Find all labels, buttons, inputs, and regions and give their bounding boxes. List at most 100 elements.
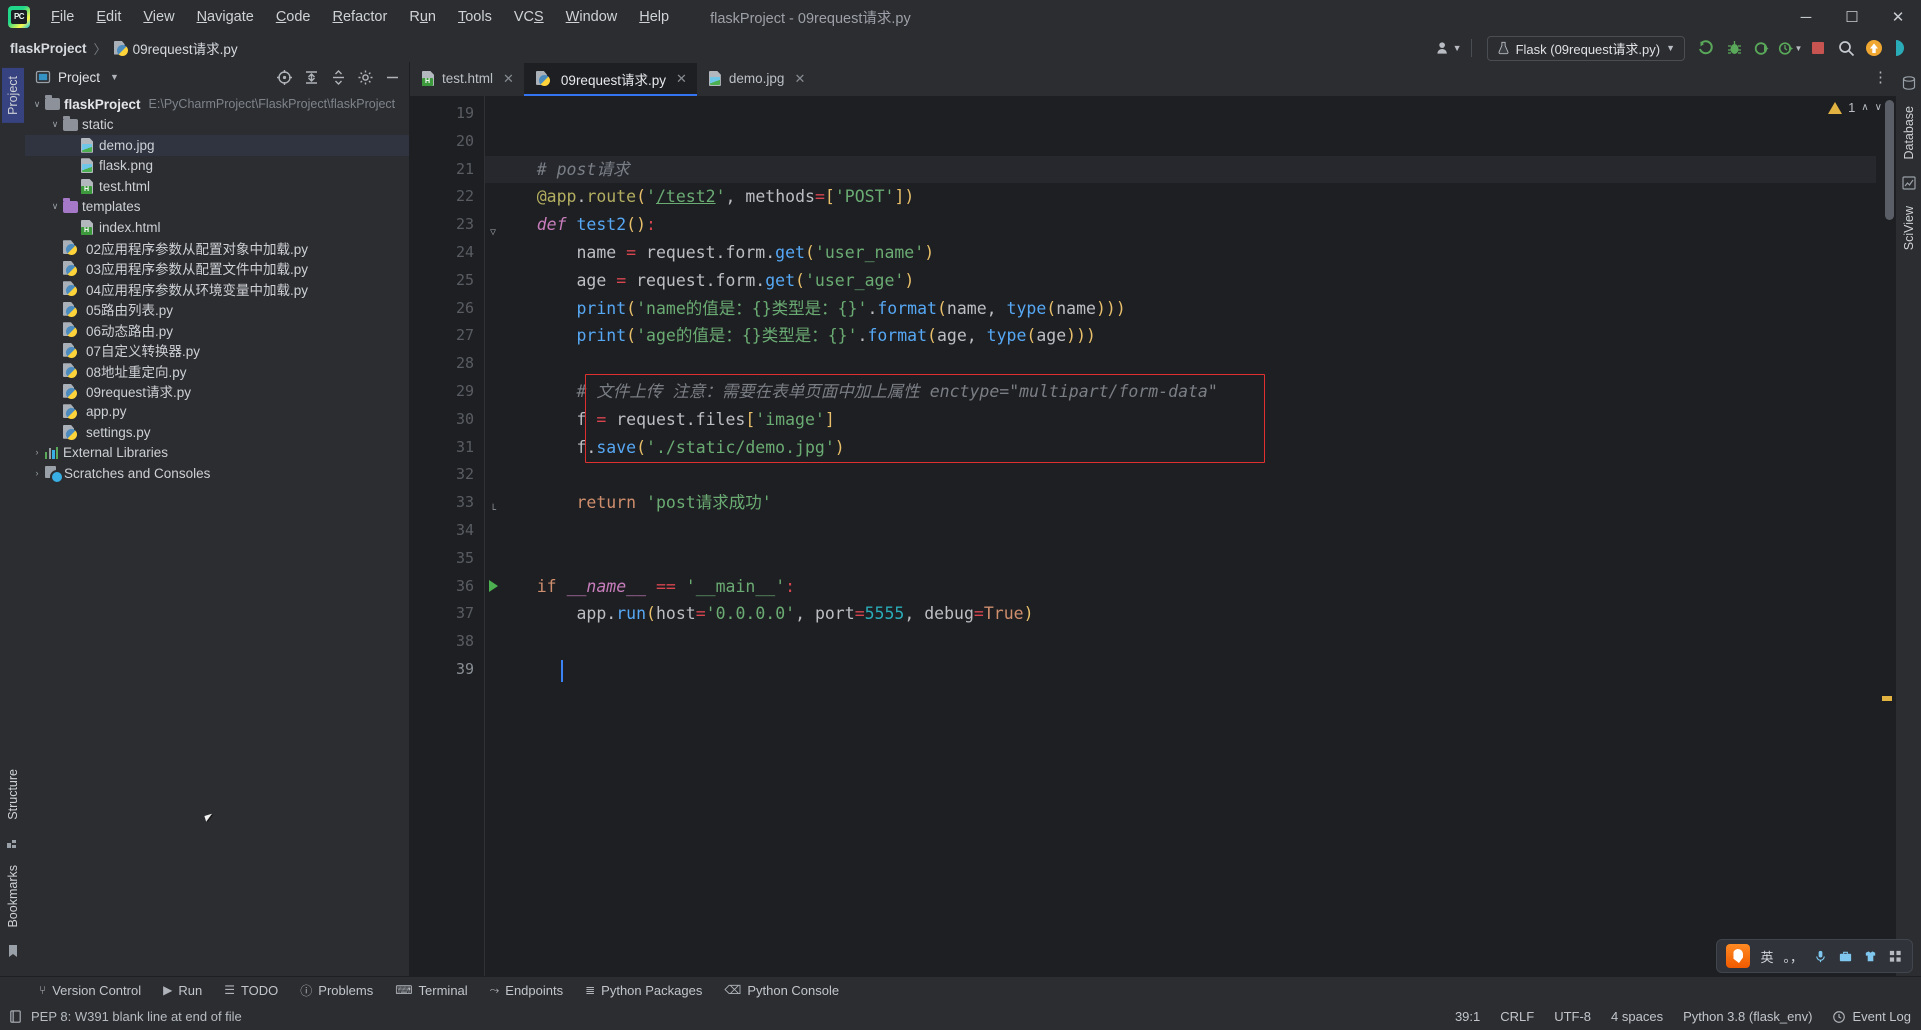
code-line[interactable] [485, 128, 1896, 156]
code-line[interactable] [485, 656, 1896, 684]
file-encoding[interactable]: UTF-8 [1554, 1009, 1591, 1024]
hide-panel-button[interactable] [379, 65, 405, 89]
code-line[interactable]: return 'post请求成功' [485, 489, 1896, 517]
ai-assistant-button[interactable] [1889, 36, 1915, 60]
stop-button[interactable] [1805, 36, 1831, 60]
caret-position[interactable]: 39:1 [1455, 1009, 1480, 1024]
skin-icon[interactable] [1863, 949, 1878, 964]
sidebar-item-sciview[interactable]: SciView [1898, 198, 1920, 258]
search-everywhere-button[interactable] [1833, 36, 1859, 60]
code-editor[interactable]: 19 20 21 22 23 ▽ 24 25 26 27 28 29 30 31 32 33 └ 34 35 36 37… [410, 96, 1896, 976]
run-configuration-selector[interactable]: Flask (09request请求.py) ▼ [1486, 35, 1685, 61]
code-line[interactable]: f = request.files['image'] [485, 406, 1896, 434]
line-number[interactable]: 22 [410, 183, 484, 211]
tree-item[interactable]: settings.py [25, 422, 409, 443]
inspection-summary[interactable]: 1 ∧ ∨ [1828, 100, 1882, 115]
event-log-button[interactable]: Event Log [1832, 1009, 1911, 1024]
line-number[interactable]: 36 [410, 573, 498, 601]
tree-item[interactable]: 08地址重定向.py [25, 361, 409, 382]
select-opened-file-button[interactable] [271, 65, 297, 89]
line-number[interactable]: 33 └ [410, 489, 496, 517]
line-number[interactable]: 28 [410, 350, 484, 378]
menu-view[interactable]: View [132, 5, 185, 29]
code-line[interactable] [485, 545, 1896, 573]
tree-item[interactable]: flask.png [25, 156, 409, 177]
tool-window-terminal[interactable]: ⌨ Terminal [384, 980, 478, 1001]
updates-button[interactable] [1861, 36, 1887, 60]
tool-window-endpoints[interactable]: ⤳ Endpoints [479, 980, 574, 1001]
menu-grid-icon[interactable] [1888, 949, 1903, 964]
code-line[interactable]: print('name的值是：{}类型是：{}'.format(name, ty… [485, 295, 1896, 323]
line-number[interactable]: 39 [410, 656, 484, 684]
code-line[interactable]: age = request.form.get('user_age') [485, 267, 1896, 295]
tool-window-python-packages[interactable]: ≣ Python Packages [574, 980, 713, 1001]
editor-scrollbar-thumb[interactable] [1885, 100, 1894, 220]
maximize-icon[interactable]: ☐ [1829, 0, 1875, 34]
expand-all-button[interactable] [298, 65, 324, 89]
line-number[interactable]: 32 [410, 461, 484, 489]
line-number[interactable]: 19 [410, 100, 484, 128]
code-line[interactable] [485, 517, 1896, 545]
close-icon[interactable]: ✕ [503, 71, 514, 87]
run-with-coverage-button[interactable] [1749, 36, 1775, 60]
editor-tab[interactable]: test.html ✕ [410, 63, 524, 96]
close-icon[interactable]: ✕ [794, 71, 805, 87]
tree-item[interactable]: 09request请求.py [25, 381, 409, 402]
menu-navigate[interactable]: Navigate [186, 5, 265, 29]
tree-item[interactable]: › Scratches and Consoles [25, 463, 409, 485]
tree-item[interactable]: test.html [25, 176, 409, 197]
code-line[interactable] [485, 628, 1896, 656]
tree-item[interactable]: ∨ static [25, 115, 409, 136]
code-line[interactable]: if __name__ == '__main__': [485, 573, 1896, 601]
code-line[interactable] [485, 100, 1896, 128]
code-line[interactable]: # post请求 [485, 155, 1896, 184]
tree-item[interactable]: index.html [25, 217, 409, 238]
breadcrumb-file[interactable]: 09request请求.py [114, 38, 238, 58]
sidebar-item-bookmarks[interactable]: Bookmarks [2, 857, 24, 936]
tool-window-version-control[interactable]: ⑂ Version Control [28, 980, 152, 1001]
gear-icon[interactable] [352, 65, 378, 89]
punctuation-icon[interactable]: 。， [1783, 947, 1803, 966]
menu-run[interactable]: Run [398, 5, 447, 29]
close-icon[interactable]: ✕ [676, 71, 687, 87]
chevron-down-icon[interactable]: ▼ [110, 72, 119, 82]
prev-problem-icon[interactable]: ∧ [1861, 102, 1868, 113]
debug-button[interactable] [1721, 36, 1747, 60]
python-interpreter[interactable]: Python 3.8 (flask_env) [1683, 1009, 1812, 1024]
code-content[interactable]: # post请求 @app.route('/test2', methods=['… [484, 96, 1896, 976]
line-number[interactable]: 34 [410, 517, 484, 545]
menu-tools[interactable]: Tools [447, 5, 503, 29]
code-line[interactable]: name = request.form.get('user_name') [485, 239, 1896, 267]
editor-tab[interactable]: demo.jpg ✕ [697, 63, 815, 96]
line-number-gutter[interactable]: 19 20 21 22 23 ▽ 24 25 26 27 28 29 30 31 32 33 └ 34 35 36 37… [410, 96, 498, 976]
inspection-gutter[interactable] [1876, 96, 1896, 976]
menu-vcs[interactable]: VCS [503, 5, 555, 29]
tree-item[interactable]: › External Libraries [25, 443, 409, 464]
line-number[interactable]: 31 [410, 434, 484, 462]
code-line[interactable] [485, 350, 1896, 378]
run-button[interactable] [1693, 36, 1719, 60]
tree-twisty[interactable]: › [29, 468, 45, 478]
tree-item[interactable]: 06动态路由.py [25, 320, 409, 341]
line-number[interactable]: 27 [410, 322, 484, 350]
project-tree[interactable]: ∨ flaskProject E:\PyCharmProject\FlaskProj… [25, 92, 409, 976]
editor-tab[interactable]: 09request请求.py ✕ [523, 63, 697, 96]
code-line[interactable]: f.save('./static/demo.jpg') [485, 434, 1896, 462]
profile-button[interactable]: ▼ [1777, 36, 1803, 60]
code-line[interactable]: @app.route('/test2', methods=['POST']) [485, 183, 1896, 211]
tree-item[interactable]: demo.jpg [25, 135, 409, 156]
code-line[interactable] [485, 461, 1896, 489]
code-line[interactable]: app.run(host='0.0.0.0', port=5555, debug… [485, 600, 1896, 628]
tool-window-problems[interactable]: ⓘ Problems [289, 979, 384, 1002]
tree-item[interactable]: 03应用程序参数从配置文件中加载.py [25, 258, 409, 279]
tree-item[interactable]: ∨ flaskProject E:\PyCharmProject\FlaskProj… [25, 94, 409, 115]
tree-item[interactable]: app.py [25, 402, 409, 423]
line-separator[interactable]: CRLF [1500, 1009, 1534, 1024]
collapse-all-button[interactable] [325, 65, 351, 89]
line-number[interactable]: 37 [410, 600, 484, 628]
close-icon[interactable]: ✕ [1875, 0, 1921, 34]
minimize-icon[interactable]: ─ [1783, 0, 1829, 34]
line-number[interactable]: 25 [410, 267, 484, 295]
tool-window-run[interactable]: ▶ Run [152, 980, 213, 1001]
toolbox-icon[interactable] [1838, 949, 1853, 964]
